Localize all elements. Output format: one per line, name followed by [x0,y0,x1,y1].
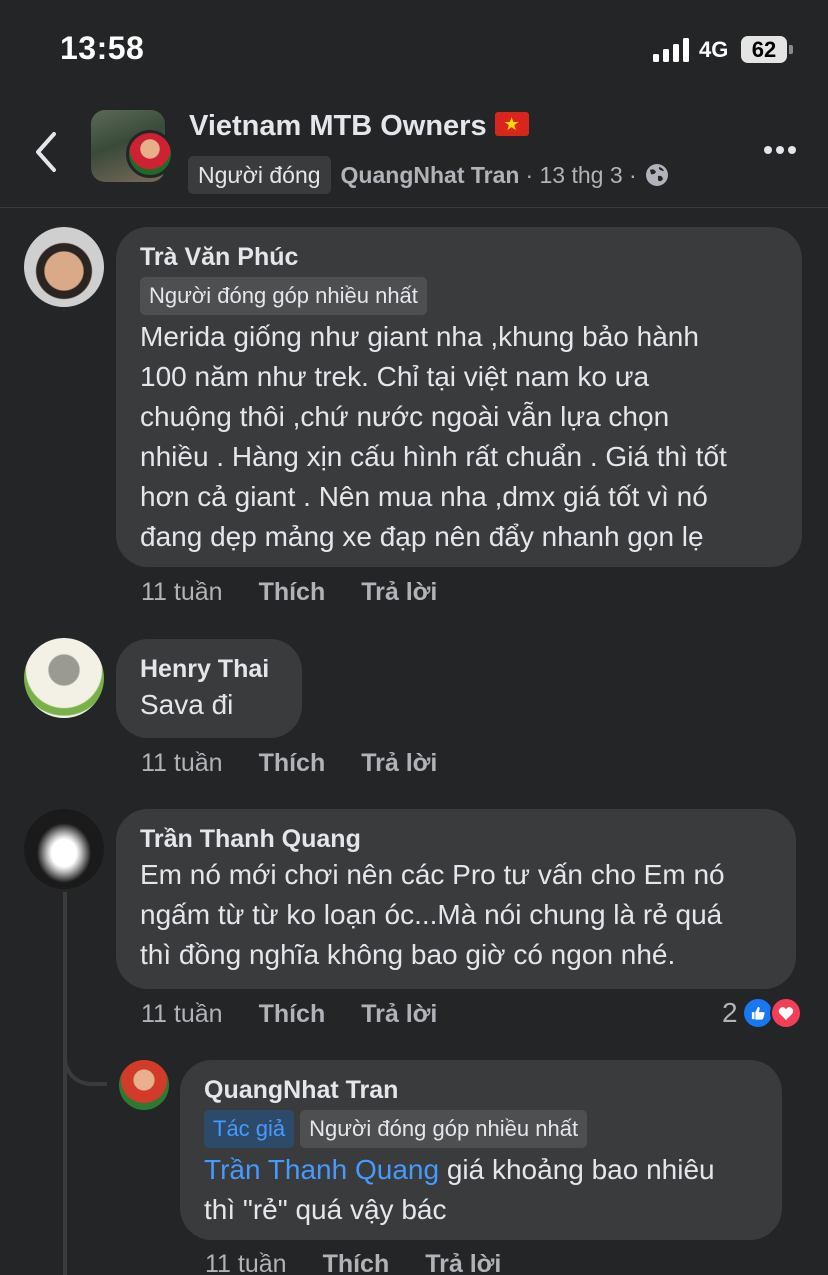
commenter-name[interactable]: QuangNhat Tran [204,1074,758,1106]
author-badge: Tác giả [204,1110,295,1148]
like-button[interactable]: Thích [323,1250,390,1275]
reply-button[interactable]: Trả lời [361,578,437,607]
comment-bubble: Trà Văn Phúc Người đóng góp nhiều nhất M… [116,227,802,567]
status-time: 13:58 [60,30,145,66]
globe-icon [645,164,668,186]
post-date: · 13 thg 3 · [525,161,637,188]
vietnam-flag-icon: ★ [494,112,529,137]
reaction-summary[interactable]: 2 [722,996,802,1030]
thread-line [63,892,67,1275]
group-title[interactable]: Vietnam MTB Owners ★ [189,110,529,143]
comment-actions: 11 tuần Thích Trả lời [141,749,437,778]
top-contributor-badge: Người đóng góp nhiều nhất [300,1110,588,1148]
comment-line: Merida giống như giant nha ,khung bảo hà… [140,321,699,352]
signal-icon [653,38,689,62]
comment-bubble: Henry Thai Sava đi [116,639,302,738]
like-button[interactable]: Thích [259,578,326,607]
battery-icon: 62 [741,36,787,63]
mention-link[interactable]: Trần Thanh Quang [204,1154,439,1185]
comment-time[interactable]: 11 tuần [141,578,223,607]
battery-tip [789,45,793,54]
commenter-name[interactable]: Trà Văn Phúc [140,241,778,273]
author-avatar-small[interactable] [126,130,174,178]
post-header: Vietnam MTB Owners ★ Người đóng QuangNhat… [0,100,828,208]
thread-connector [63,1038,107,1086]
network-type: 4G [699,37,729,62]
comment-actions: 11 tuần Thích Trả lời [205,1250,501,1275]
reply-bubble: QuangNhat Tran Tác giả Người đóng góp nh… [180,1060,782,1240]
more-icon[interactable] [762,146,798,156]
comment-line: nhiều . Hàng xịn cấu hình rất chuẩn . Gi… [140,441,727,472]
like-button[interactable]: Thích [259,749,326,778]
badge-row: Tác giả Người đóng góp nhiều nhất [204,1110,758,1148]
comment-time[interactable]: 11 tuần [141,749,223,778]
comment-line: thì "rẻ" quá vậy bác [204,1194,447,1225]
post-author[interactable]: QuangNhat Tran [341,162,520,189]
comment-actions: 11 tuần Thích Trả lời [141,1000,437,1029]
reply-button[interactable]: Trả lời [361,749,437,778]
comment-bubble: Trần Thanh Quang Em nó mới chơi nên các … [116,809,796,989]
role-badge: Người đóng [188,156,331,194]
comment-line: đang dẹp mảng xe đạp nên đẩy nhanh gọn l… [140,521,704,552]
post-meta: Người đóng QuangNhat Tran · 13 thg 3 · [188,156,669,194]
comment-line: 100 năm như trek. Chỉ tại việt nam ko ưa [140,361,650,392]
top-contributor-badge: Người đóng góp nhiều nhất [140,277,427,315]
back-chevron-icon[interactable] [30,130,64,174]
comment-line: Trần Thanh Quang giá khoảng bao nhiêu [204,1154,715,1185]
avatar[interactable] [119,1060,169,1110]
love-reaction-icon [769,997,802,1029]
comment-line: ngấm từ từ ko loạn óc...Mà nói chung là … [140,899,723,930]
avatar[interactable] [24,809,104,889]
avatar[interactable] [24,227,104,307]
comment-line: hơn cả giant . Nên mua nha ,dmx giá tốt … [140,481,708,512]
comment-line: Em nó mới chơi nên các Pro tư vấn cho Em… [140,859,725,890]
status-bar: 13:58 4G 62 [0,0,828,100]
commenter-name[interactable]: Henry Thai [140,653,278,685]
commenter-name[interactable]: Trần Thanh Quang [140,823,772,855]
badge-row: Người đóng góp nhiều nhất [140,277,778,315]
reply-button[interactable]: Trả lời [425,1250,501,1275]
comment-line: chuộng thôi ,chứ nước ngoài vẫn lựa chọn [140,401,670,432]
comment-line: thì đồng nghĩa không bao giờ có ngon nhé… [140,939,676,970]
avatar[interactable] [24,638,104,718]
like-button[interactable]: Thích [259,1000,326,1029]
reply-button[interactable]: Trả lời [361,1000,437,1029]
comment-actions: 11 tuần Thích Trả lời [141,578,437,607]
comment-line: Sava đi [140,689,234,720]
like-reaction-icon [741,997,774,1029]
comment-time[interactable]: 11 tuần [205,1250,287,1275]
comment-time[interactable]: 11 tuần [141,1000,223,1029]
reaction-count: 2 [722,997,738,1028]
